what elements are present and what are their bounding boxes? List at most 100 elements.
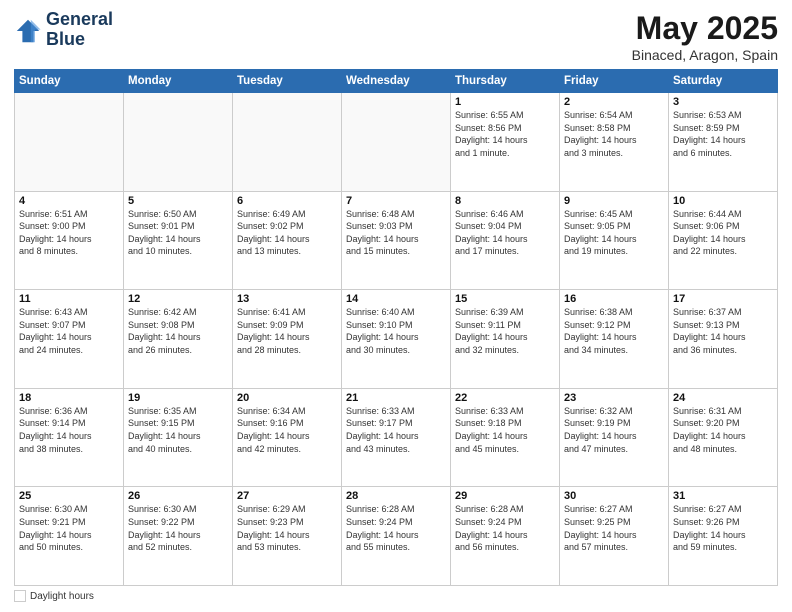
day-number: 16 — [564, 293, 664, 305]
calendar-cell — [124, 93, 233, 192]
calendar-cell: 3Sunrise: 6:53 AM Sunset: 8:59 PM Daylig… — [669, 93, 778, 192]
day-info: Sunrise: 6:41 AM Sunset: 9:09 PM Dayligh… — [237, 306, 337, 356]
day-number: 5 — [128, 195, 228, 207]
day-number: 1 — [455, 96, 555, 108]
day-number: 30 — [564, 490, 664, 502]
weekday-saturday: Saturday — [669, 70, 778, 93]
day-number: 13 — [237, 293, 337, 305]
day-info: Sunrise: 6:48 AM Sunset: 9:03 PM Dayligh… — [346, 208, 446, 258]
day-info: Sunrise: 6:29 AM Sunset: 9:23 PM Dayligh… — [237, 503, 337, 553]
calendar-cell: 13Sunrise: 6:41 AM Sunset: 9:09 PM Dayli… — [233, 290, 342, 389]
day-info: Sunrise: 6:44 AM Sunset: 9:06 PM Dayligh… — [673, 208, 773, 258]
week-row-5: 25Sunrise: 6:30 AM Sunset: 9:21 PM Dayli… — [15, 487, 778, 586]
day-number: 10 — [673, 195, 773, 207]
day-number: 8 — [455, 195, 555, 207]
calendar-cell: 2Sunrise: 6:54 AM Sunset: 8:58 PM Daylig… — [560, 93, 669, 192]
day-number: 23 — [564, 392, 664, 404]
day-number: 21 — [346, 392, 446, 404]
weekday-sunday: Sunday — [15, 70, 124, 93]
day-info: Sunrise: 6:27 AM Sunset: 9:26 PM Dayligh… — [673, 503, 773, 553]
calendar-cell: 19Sunrise: 6:35 AM Sunset: 9:15 PM Dayli… — [124, 388, 233, 487]
logo: General Blue — [14, 10, 113, 50]
calendar-cell — [15, 93, 124, 192]
calendar-cell — [342, 93, 451, 192]
week-row-4: 18Sunrise: 6:36 AM Sunset: 9:14 PM Dayli… — [15, 388, 778, 487]
day-info: Sunrise: 6:31 AM Sunset: 9:20 PM Dayligh… — [673, 405, 773, 455]
day-info: Sunrise: 6:51 AM Sunset: 9:00 PM Dayligh… — [19, 208, 119, 258]
legend-box — [14, 590, 26, 602]
calendar-cell: 25Sunrise: 6:30 AM Sunset: 9:21 PM Dayli… — [15, 487, 124, 586]
day-info: Sunrise: 6:28 AM Sunset: 9:24 PM Dayligh… — [346, 503, 446, 553]
legend-label: Daylight hours — [30, 591, 94, 602]
title-block: May 2025 Binaced, Aragon, Spain — [632, 10, 778, 63]
day-info: Sunrise: 6:46 AM Sunset: 9:04 PM Dayligh… — [455, 208, 555, 258]
day-info: Sunrise: 6:37 AM Sunset: 9:13 PM Dayligh… — [673, 306, 773, 356]
header: General Blue May 2025 Binaced, Aragon, S… — [14, 10, 778, 63]
footer: Daylight hours — [14, 590, 778, 602]
day-number: 9 — [564, 195, 664, 207]
day-number: 15 — [455, 293, 555, 305]
calendar-cell: 29Sunrise: 6:28 AM Sunset: 9:24 PM Dayli… — [451, 487, 560, 586]
calendar-cell: 9Sunrise: 6:45 AM Sunset: 9:05 PM Daylig… — [560, 191, 669, 290]
day-info: Sunrise: 6:33 AM Sunset: 9:17 PM Dayligh… — [346, 405, 446, 455]
calendar-cell: 6Sunrise: 6:49 AM Sunset: 9:02 PM Daylig… — [233, 191, 342, 290]
calendar-cell: 15Sunrise: 6:39 AM Sunset: 9:11 PM Dayli… — [451, 290, 560, 389]
calendar-cell: 27Sunrise: 6:29 AM Sunset: 9:23 PM Dayli… — [233, 487, 342, 586]
day-number: 29 — [455, 490, 555, 502]
day-info: Sunrise: 6:45 AM Sunset: 9:05 PM Dayligh… — [564, 208, 664, 258]
day-info: Sunrise: 6:36 AM Sunset: 9:14 PM Dayligh… — [19, 405, 119, 455]
day-number: 12 — [128, 293, 228, 305]
weekday-wednesday: Wednesday — [342, 70, 451, 93]
calendar-cell: 30Sunrise: 6:27 AM Sunset: 9:25 PM Dayli… — [560, 487, 669, 586]
day-info: Sunrise: 6:30 AM Sunset: 9:21 PM Dayligh… — [19, 503, 119, 553]
calendar-cell: 23Sunrise: 6:32 AM Sunset: 9:19 PM Dayli… — [560, 388, 669, 487]
calendar-cell: 11Sunrise: 6:43 AM Sunset: 9:07 PM Dayli… — [15, 290, 124, 389]
day-info: Sunrise: 6:27 AM Sunset: 9:25 PM Dayligh… — [564, 503, 664, 553]
day-number: 25 — [19, 490, 119, 502]
calendar-cell: 7Sunrise: 6:48 AM Sunset: 9:03 PM Daylig… — [342, 191, 451, 290]
day-info: Sunrise: 6:38 AM Sunset: 9:12 PM Dayligh… — [564, 306, 664, 356]
day-info: Sunrise: 6:43 AM Sunset: 9:07 PM Dayligh… — [19, 306, 119, 356]
day-info: Sunrise: 6:33 AM Sunset: 9:18 PM Dayligh… — [455, 405, 555, 455]
calendar-cell: 31Sunrise: 6:27 AM Sunset: 9:26 PM Dayli… — [669, 487, 778, 586]
page: General Blue May 2025 Binaced, Aragon, S… — [0, 0, 792, 612]
day-info: Sunrise: 6:30 AM Sunset: 9:22 PM Dayligh… — [128, 503, 228, 553]
day-number: 3 — [673, 96, 773, 108]
week-row-2: 4Sunrise: 6:51 AM Sunset: 9:00 PM Daylig… — [15, 191, 778, 290]
day-number: 14 — [346, 293, 446, 305]
day-number: 7 — [346, 195, 446, 207]
calendar-cell: 28Sunrise: 6:28 AM Sunset: 9:24 PM Dayli… — [342, 487, 451, 586]
calendar-cell: 22Sunrise: 6:33 AM Sunset: 9:18 PM Dayli… — [451, 388, 560, 487]
day-number: 2 — [564, 96, 664, 108]
weekday-thursday: Thursday — [451, 70, 560, 93]
calendar-cell: 10Sunrise: 6:44 AM Sunset: 9:06 PM Dayli… — [669, 191, 778, 290]
day-number: 27 — [237, 490, 337, 502]
calendar-cell: 21Sunrise: 6:33 AM Sunset: 9:17 PM Dayli… — [342, 388, 451, 487]
day-number: 6 — [237, 195, 337, 207]
day-number: 18 — [19, 392, 119, 404]
week-row-1: 1Sunrise: 6:55 AM Sunset: 8:56 PM Daylig… — [15, 93, 778, 192]
day-number: 24 — [673, 392, 773, 404]
day-number: 26 — [128, 490, 228, 502]
weekday-header-row: SundayMondayTuesdayWednesdayThursdayFrid… — [15, 70, 778, 93]
calendar-cell: 4Sunrise: 6:51 AM Sunset: 9:00 PM Daylig… — [15, 191, 124, 290]
title-location: Binaced, Aragon, Spain — [632, 47, 778, 63]
calendar-cell: 17Sunrise: 6:37 AM Sunset: 9:13 PM Dayli… — [669, 290, 778, 389]
logo-line2: Blue — [46, 30, 113, 50]
calendar-cell — [233, 93, 342, 192]
day-number: 19 — [128, 392, 228, 404]
day-info: Sunrise: 6:55 AM Sunset: 8:56 PM Dayligh… — [455, 109, 555, 159]
logo-line1: General — [46, 10, 113, 30]
day-info: Sunrise: 6:53 AM Sunset: 8:59 PM Dayligh… — [673, 109, 773, 159]
day-number: 20 — [237, 392, 337, 404]
daylight-legend: Daylight hours — [14, 590, 94, 602]
logo-text: General Blue — [46, 10, 113, 50]
day-info: Sunrise: 6:39 AM Sunset: 9:11 PM Dayligh… — [455, 306, 555, 356]
weekday-monday: Monday — [124, 70, 233, 93]
day-info: Sunrise: 6:40 AM Sunset: 9:10 PM Dayligh… — [346, 306, 446, 356]
calendar-cell: 18Sunrise: 6:36 AM Sunset: 9:14 PM Dayli… — [15, 388, 124, 487]
week-row-3: 11Sunrise: 6:43 AM Sunset: 9:07 PM Dayli… — [15, 290, 778, 389]
day-info: Sunrise: 6:42 AM Sunset: 9:08 PM Dayligh… — [128, 306, 228, 356]
calendar-cell: 5Sunrise: 6:50 AM Sunset: 9:01 PM Daylig… — [124, 191, 233, 290]
day-info: Sunrise: 6:28 AM Sunset: 9:24 PM Dayligh… — [455, 503, 555, 553]
